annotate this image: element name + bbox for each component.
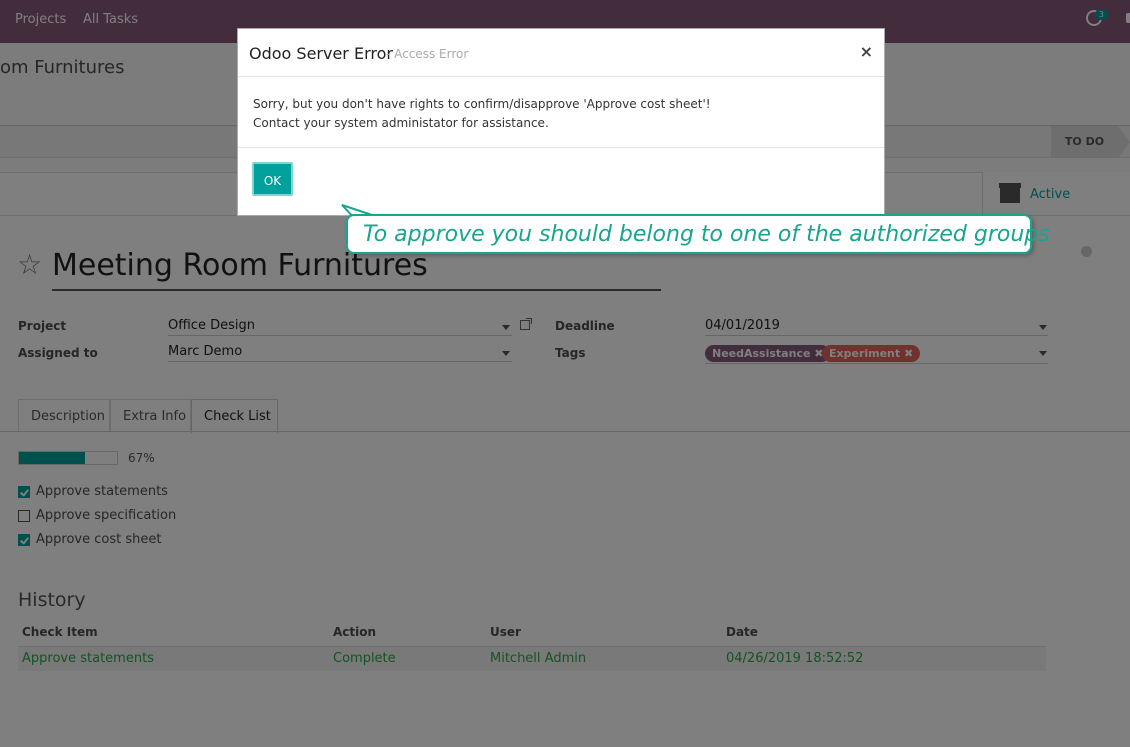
dialog-message-line: Sorry, but you don't have rights to conf… bbox=[253, 97, 711, 111]
dialog-message-line: Contact your system administator for ass… bbox=[253, 116, 549, 130]
tutorial-callout: To approve you should belong to one of t… bbox=[346, 214, 1050, 254]
dialog-header-divider bbox=[238, 76, 884, 77]
dialog-footer-divider bbox=[238, 147, 884, 148]
dialog-message: Sorry, but you don't have rights to conf… bbox=[253, 95, 711, 133]
dialog-subtitle: - Access Error bbox=[386, 47, 469, 61]
error-dialog: Odoo Server Error - Access Error × Sorry… bbox=[237, 28, 885, 216]
callout-text: To approve you should belong to one of t… bbox=[363, 222, 1050, 247]
ok-button[interactable]: OK bbox=[252, 162, 293, 196]
dialog-title: Odoo Server Error bbox=[249, 44, 393, 63]
close-icon[interactable]: × bbox=[860, 42, 873, 61]
